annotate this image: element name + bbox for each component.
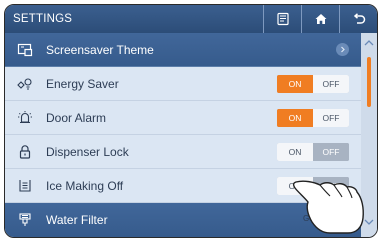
row-door-alarm: Door Alarm ON OFF [5, 101, 361, 135]
home-button[interactable] [301, 5, 339, 33]
toggle-on[interactable]: ON [277, 109, 313, 127]
page-title: SETTINGS [13, 13, 73, 25]
header-bar: SETTINGS [5, 5, 377, 33]
row-screensaver-theme[interactable]: Screensaver Theme [5, 33, 361, 67]
ice-maker-icon [12, 176, 38, 196]
scroll-thumb[interactable] [367, 57, 371, 107]
notebook-icon [276, 12, 289, 26]
notebook-button[interactable] [263, 5, 301, 33]
water-filter-icon [12, 210, 38, 230]
chevron-right-icon[interactable] [336, 43, 349, 56]
toggle-off[interactable]: OFF [313, 109, 349, 127]
home-icon [315, 14, 326, 24]
energy-saver-icon [12, 74, 38, 94]
energy-saver-toggle[interactable]: ON OFF [277, 75, 349, 93]
door-alarm-toggle[interactable]: ON OFF [277, 109, 349, 127]
scroll-up-icon[interactable] [361, 39, 377, 46]
back-button[interactable] [339, 5, 377, 33]
lock-icon [12, 142, 38, 162]
toggle-on[interactable]: ON [277, 75, 313, 93]
dispenser-lock-toggle[interactable]: ON OFF [277, 143, 349, 161]
row-label: Screensaver Theme [46, 42, 154, 57]
back-icon [353, 13, 365, 24]
row-energy-saver: Energy Saver ON OFF [5, 67, 361, 101]
screensaver-icon [12, 40, 38, 60]
toggle-on[interactable]: ON [277, 143, 313, 161]
toggle-off[interactable]: OFF [313, 143, 349, 161]
toggle-off[interactable]: OFF [313, 75, 349, 93]
hand-pointer-icon [292, 180, 364, 234]
door-alarm-icon [12, 108, 38, 128]
